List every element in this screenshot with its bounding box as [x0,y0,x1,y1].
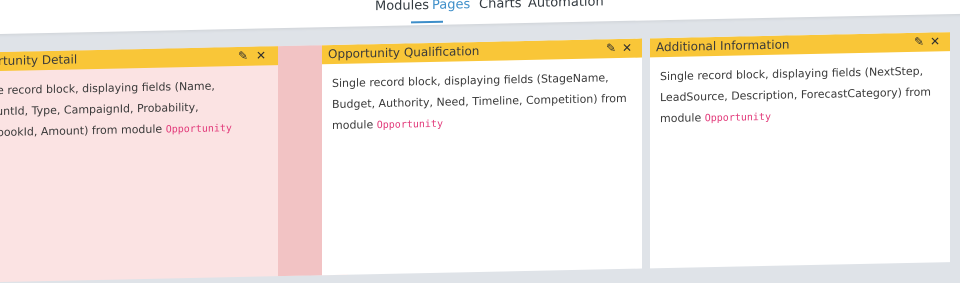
block-body: Single record block, displaying fields (… [660,60,940,130]
block-body: Single record block, displaying fields (… [332,67,632,137]
tab-modules[interactable]: Modules [375,0,429,14]
block-opportunity-detail[interactable]: Opportunity Detail ✎ ✕ Single record blo… [0,44,348,283]
tab-charts[interactable]: Charts [479,0,522,12]
module-name: Opportunity [704,111,771,125]
page-builder-canvas: Modules Pages Charts Automation Opportun… [0,0,960,283]
module-name: Opportunity [376,118,443,132]
tab-automation[interactable]: Automation [528,0,604,11]
block-body: Single record block, displaying fields (… [0,74,268,144]
edit-icon[interactable]: ✎ [238,49,248,63]
block-title: Opportunity Detail [0,52,78,69]
close-icon[interactable]: ✕ [930,34,940,48]
block-header: Opportunity Detail ✎ ✕ [0,46,278,72]
close-icon[interactable]: ✕ [256,48,266,62]
block-header: Opportunity Qualification ✎ ✕ [322,38,642,65]
active-tab-indicator [411,20,443,24]
block-header: Additional Information ✎ ✕ [650,32,950,58]
block-opportunity-qualification[interactable]: Opportunity Qualification ✎ ✕ Single rec… [322,38,642,276]
module-name: Opportunity [165,123,232,136]
block-description: Single record block, displaying fields (… [660,64,932,126]
block-additional-information[interactable]: Additional Information ✎ ✕ Single record… [650,32,950,269]
block-title: Additional Information [656,37,790,55]
edit-icon[interactable]: ✎ [606,41,616,55]
tab-pages[interactable]: Pages [432,0,470,13]
top-navigation: Modules Pages Charts Automation [0,0,960,35]
edit-icon[interactable]: ✎ [914,35,924,49]
block-title: Opportunity Qualification [328,43,480,62]
close-icon[interactable]: ✕ [622,41,632,55]
